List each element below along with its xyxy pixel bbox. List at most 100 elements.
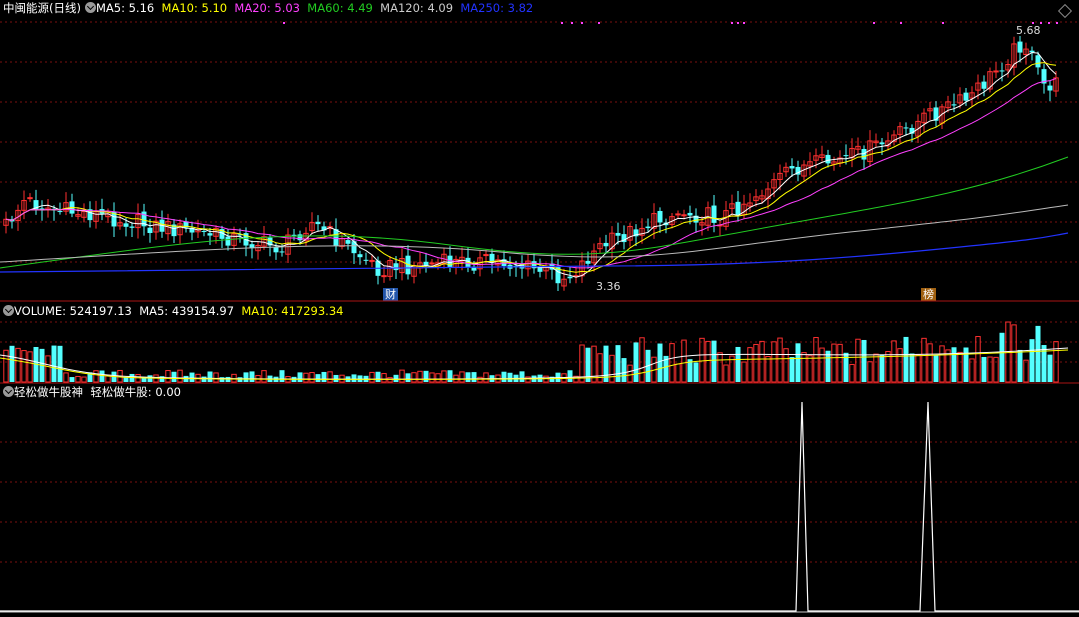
volume-bar — [165, 370, 171, 383]
candle-body — [585, 260, 591, 264]
volume-bar — [837, 343, 843, 383]
candle-body — [1035, 55, 1041, 68]
volume-bar — [189, 372, 195, 382]
volume-bar — [855, 338, 861, 383]
volume-bar — [741, 361, 747, 383]
candle-body — [999, 70, 1005, 72]
signal-dot — [743, 22, 745, 24]
candle-body — [951, 104, 957, 106]
volume-bar — [249, 371, 255, 382]
volume-bar — [981, 356, 987, 382]
volume-bar — [351, 374, 357, 382]
volume-bar — [819, 347, 825, 383]
volume-bar — [801, 352, 807, 383]
candle-body — [279, 251, 285, 253]
volume-bar — [867, 361, 873, 383]
volume-bar — [849, 363, 855, 383]
volume-bar — [441, 370, 447, 383]
signal-dot — [900, 22, 902, 24]
volume-bar — [75, 375, 81, 383]
volume-bar — [909, 353, 915, 382]
volume-bar — [147, 375, 153, 382]
volume-bar — [135, 374, 141, 383]
candle-body — [789, 166, 795, 169]
volume-bar — [81, 376, 87, 383]
volume-bar — [609, 354, 615, 383]
volume-bar — [171, 371, 177, 382]
volume-bar — [519, 371, 525, 382]
candle-body — [645, 226, 651, 229]
volume-bar — [735, 346, 741, 382]
volume-bar — [753, 343, 759, 383]
candle-body — [333, 229, 339, 246]
signal-spike-line — [0, 401, 1079, 612]
volume-bar — [639, 337, 645, 383]
volume-bar — [897, 348, 903, 383]
volume-bar — [321, 371, 327, 382]
candle-body — [933, 107, 939, 121]
volume-bar — [993, 356, 999, 383]
candle-body — [993, 70, 999, 73]
volume-bar — [921, 337, 927, 383]
signal-dot — [1048, 22, 1050, 24]
volume-bar — [825, 350, 831, 382]
volume-bar — [507, 372, 513, 382]
volume-bar — [69, 377, 75, 382]
volume-bar — [9, 345, 15, 382]
volume-bar — [1047, 354, 1053, 382]
volume-bar — [879, 354, 885, 382]
volume-bar — [1029, 339, 1035, 382]
volume-bar — [3, 349, 9, 383]
stock-chart[interactable] — [0, 0, 1079, 617]
volume-bar — [63, 372, 69, 383]
volume-bar — [297, 372, 303, 382]
candle-body — [567, 276, 573, 279]
ma10-line — [5, 62, 1057, 273]
volume-bar — [669, 343, 675, 383]
volume-bar — [237, 377, 243, 382]
candle-body — [711, 205, 717, 223]
volume-bar — [45, 355, 51, 383]
candle-body — [537, 267, 543, 272]
volume-bar — [765, 356, 771, 383]
volume-bar — [303, 372, 309, 383]
volume-bar — [915, 354, 921, 383]
volume-bar — [747, 347, 753, 383]
volume-bar — [213, 372, 219, 383]
volume-bar — [891, 340, 897, 383]
volume-bar — [633, 342, 639, 382]
volume-bar — [999, 332, 1005, 382]
candle-body — [1047, 85, 1053, 91]
candle-body — [207, 233, 213, 236]
volume-bar — [375, 371, 381, 382]
volume-bar — [423, 370, 429, 382]
volume-bar — [309, 372, 315, 383]
volume-bar — [393, 374, 399, 382]
volume-bar — [339, 374, 345, 383]
signal-dot — [581, 22, 583, 24]
volume-bar — [315, 374, 321, 382]
ma5-line — [5, 51, 1057, 278]
volume-bar — [411, 372, 417, 383]
volume-bar — [795, 343, 801, 382]
volume-bar — [93, 370, 99, 383]
candle-body — [291, 234, 297, 236]
volume-bar — [1035, 325, 1041, 382]
signal-dot — [1032, 22, 1034, 24]
candle-body — [129, 226, 135, 228]
volume-bar — [711, 340, 717, 382]
candle-body — [603, 242, 609, 247]
candle-body — [363, 259, 369, 261]
candle-body — [429, 262, 435, 265]
candle-body — [357, 254, 363, 258]
candle-body — [225, 236, 231, 246]
volume-bar — [717, 352, 723, 383]
signal-dot — [283, 22, 285, 24]
candle-body — [843, 155, 849, 157]
volume-bar — [27, 351, 33, 383]
volume-bar — [471, 372, 477, 382]
volume-bar — [807, 355, 813, 383]
candle-body — [735, 201, 741, 216]
candle-body — [147, 227, 153, 233]
volume-bar — [933, 355, 939, 382]
